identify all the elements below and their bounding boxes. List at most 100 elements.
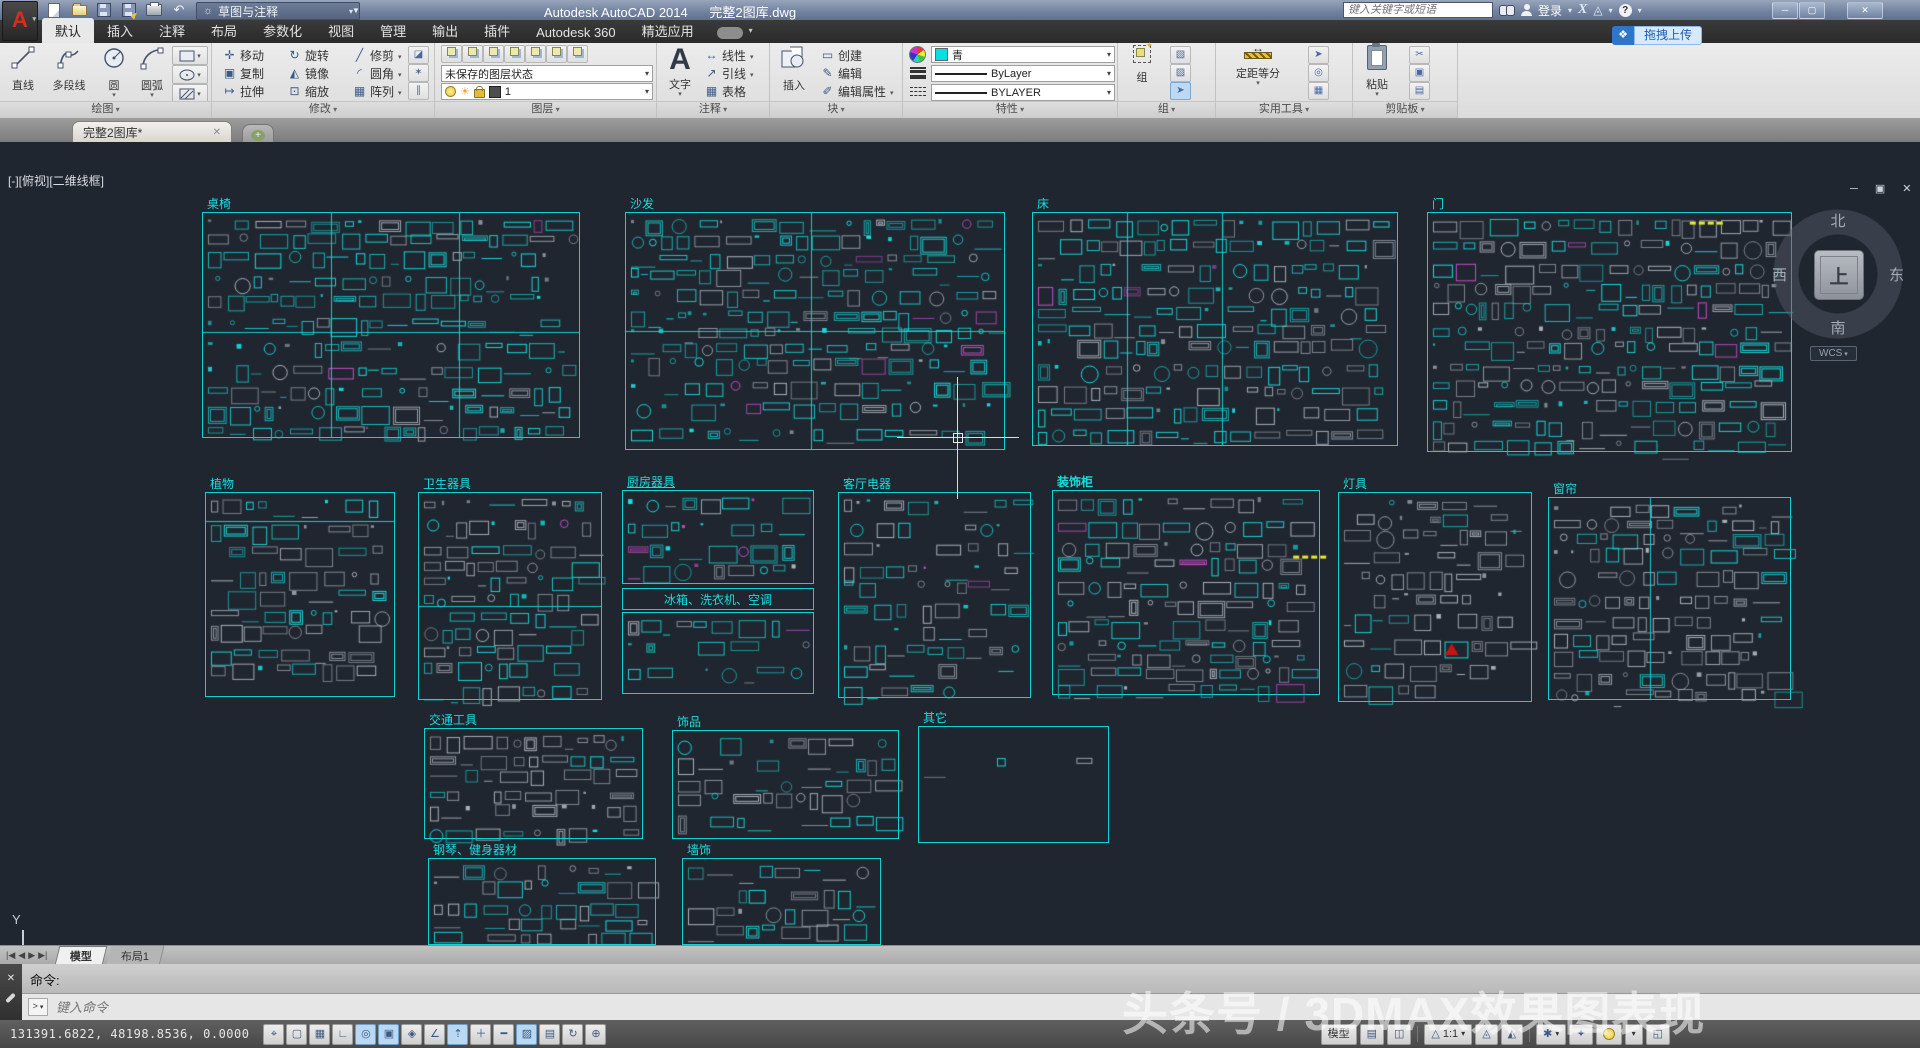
layer-properties-button[interactable] bbox=[441, 45, 462, 63]
layer-color-swatch[interactable] bbox=[489, 86, 501, 98]
copy-button[interactable]: ▣复制 bbox=[222, 64, 264, 82]
paste-special-button[interactable]: ▤ bbox=[1409, 82, 1430, 100]
toggle-object-snap[interactable]: ▣ bbox=[378, 1024, 399, 1045]
insert-block-button[interactable]: 插入 bbox=[774, 45, 814, 93]
table-button[interactable]: ▦表格 bbox=[704, 82, 746, 100]
prev-tab-icon[interactable]: ◀ bbox=[18, 950, 25, 961]
edit-attributes-button[interactable]: ✐编辑属性 bbox=[820, 82, 894, 100]
fillet-button[interactable]: ◜圆角 bbox=[352, 64, 402, 82]
select-similar-button[interactable]: ◎ bbox=[1308, 64, 1329, 82]
ellipse-button[interactable]: ▾ bbox=[172, 65, 208, 84]
create-block-button[interactable]: ▭创建 bbox=[820, 46, 862, 64]
drawing-canvas[interactable]: [-][俯视][二维线框] ─ ▣ ✕ Y ✕ 北 南 西 东 上 WCS 桌椅… bbox=[0, 142, 1920, 945]
group-selection-toggle[interactable]: ➤ bbox=[1170, 82, 1191, 100]
minimize-button[interactable]: ─ bbox=[1772, 2, 1798, 19]
layer-on-bulb-icon[interactable] bbox=[445, 86, 456, 97]
layer-dropdown[interactable]: ☀ 1 ▾ bbox=[441, 83, 653, 100]
layer-off-button[interactable] bbox=[462, 45, 483, 63]
match-properties-button[interactable] bbox=[908, 46, 927, 62]
ribbon-tab-8[interactable]: 插件 bbox=[471, 18, 523, 43]
quick-select-button[interactable]: ➤ bbox=[1308, 46, 1329, 64]
category-box-5[interactable] bbox=[418, 492, 602, 700]
lineweight-tool-button[interactable] bbox=[908, 65, 927, 81]
linetype-dropdown[interactable]: BYLAYER ▾ bbox=[931, 84, 1115, 101]
panel-footer-clipboard[interactable]: 剪贴板 bbox=[1353, 101, 1457, 118]
category-box-9[interactable] bbox=[838, 492, 1031, 698]
rotate-button[interactable]: ↻旋转 bbox=[287, 46, 329, 64]
viewport-controls[interactable]: [-][俯视][二维线框] bbox=[8, 172, 104, 189]
toggle-3d-object-snap[interactable]: ◈ bbox=[401, 1024, 422, 1045]
category-box-16[interactable] bbox=[428, 858, 656, 945]
category-box-12[interactable] bbox=[1548, 497, 1791, 700]
panel-footer-groups[interactable]: 组 bbox=[1118, 101, 1215, 118]
file-tab[interactable]: 完整2图库* ✕ bbox=[72, 121, 232, 142]
polyline-button[interactable]: 多段线 bbox=[45, 45, 93, 93]
category-box-6[interactable] bbox=[622, 490, 814, 584]
quick-calculator-button[interactable]: ▦ bbox=[1308, 82, 1329, 100]
ribbon-tab-2[interactable]: 注释 bbox=[146, 18, 198, 43]
ungroup-button[interactable]: ▨ bbox=[1170, 64, 1191, 82]
command-prompt-icon[interactable]: > bbox=[28, 998, 48, 1016]
category-box-11[interactable] bbox=[1338, 492, 1532, 702]
panel-footer-annotation[interactable]: 注释 bbox=[657, 101, 769, 118]
panel-footer-properties[interactable]: 特性 bbox=[903, 101, 1117, 118]
viewcube-top-face[interactable]: 上 bbox=[1814, 250, 1864, 300]
layer-thaw-sun-icon[interactable]: ☀ bbox=[460, 85, 470, 98]
help-caret-icon[interactable]: ▾ bbox=[1638, 6, 1642, 15]
category-box-17[interactable] bbox=[682, 858, 881, 945]
panel-footer-draw[interactable]: 绘图 bbox=[0, 101, 211, 118]
category-box-1[interactable] bbox=[625, 212, 1005, 450]
panel-footer-block[interactable]: 块 bbox=[770, 101, 902, 118]
viewcube-south[interactable]: 南 bbox=[1768, 317, 1908, 338]
line-button[interactable]: 直线 bbox=[3, 45, 43, 93]
restore-button[interactable]: ▢ bbox=[1799, 2, 1825, 19]
toggle-object-snap-tracking[interactable]: ∠ bbox=[424, 1024, 445, 1045]
search-binoculars-icon[interactable] bbox=[1499, 5, 1515, 15]
sign-in-link[interactable]: 登录 bbox=[1538, 2, 1562, 19]
toggle-lineweight-display[interactable]: ━ bbox=[493, 1024, 514, 1045]
new-drawing-tab-button[interactable] bbox=[242, 124, 274, 144]
next-tab-icon[interactable]: ▶ bbox=[28, 950, 35, 961]
close-button[interactable]: ✕ bbox=[1847, 2, 1883, 19]
layout-tab-1[interactable]: 布局1 bbox=[107, 946, 165, 965]
toggle-dynamic-ucs[interactable]: ⇡ bbox=[447, 1024, 468, 1045]
category-box-13[interactable] bbox=[424, 728, 643, 839]
command-close-icon[interactable]: ✕ bbox=[0, 973, 22, 984]
search-input[interactable] bbox=[1343, 2, 1493, 18]
measure-button[interactable]: 定距等分 ▾ bbox=[1224, 45, 1292, 86]
toggle-polar-tracking[interactable]: ◎ bbox=[355, 1024, 376, 1045]
move-button[interactable]: ✛移动 bbox=[222, 46, 264, 64]
autodesk360-icon[interactable]: ◬ bbox=[1593, 3, 1602, 17]
viewcube-east[interactable]: 东 bbox=[1889, 264, 1904, 285]
layout-tab-0[interactable]: 模型 bbox=[55, 946, 108, 965]
viewcube-west[interactable]: 西 bbox=[1772, 264, 1787, 285]
category-box-8[interactable] bbox=[622, 612, 814, 694]
drag-upload-badge[interactable]: ❖ 拖拽上传 bbox=[1612, 26, 1702, 45]
command-input[interactable] bbox=[54, 999, 478, 1016]
cut-button[interactable]: ✂ bbox=[1409, 46, 1430, 64]
category-box-10[interactable] bbox=[1052, 490, 1320, 695]
ribbon-tab-10[interactable]: 精选应用 bbox=[629, 18, 707, 43]
trim-button[interactable]: ╱修剪 bbox=[352, 46, 402, 64]
category-box-0[interactable] bbox=[202, 212, 580, 438]
paste-button[interactable]: 粘贴 ▾ bbox=[1359, 45, 1395, 97]
object-color-dropdown[interactable]: 青 ▾ bbox=[931, 46, 1115, 63]
wcs-dropdown[interactable]: WCS bbox=[1810, 346, 1857, 361]
viewcube-north[interactable]: 北 bbox=[1768, 210, 1908, 231]
help-icon[interactable]: ? bbox=[1619, 4, 1632, 17]
layer-lock-button[interactable] bbox=[525, 45, 546, 63]
offset-button[interactable]: ∥ bbox=[408, 82, 429, 100]
group-edit-button[interactable]: ▧ bbox=[1170, 46, 1191, 64]
panel-footer-utilities[interactable]: 实用工具 bbox=[1216, 101, 1352, 118]
rectangle-button[interactable]: ▾ bbox=[172, 46, 208, 65]
first-tab-icon[interactable]: |◀ bbox=[6, 950, 15, 961]
panel-footer-layers[interactable]: 图层 bbox=[435, 101, 656, 118]
a360-caret-icon[interactable]: ▾ bbox=[1609, 6, 1613, 15]
erase-button[interactable]: ◪ bbox=[408, 46, 429, 64]
toggle-ortho-mode[interactable]: ∟ bbox=[332, 1024, 353, 1045]
mirror-button[interactable]: ◭镜像 bbox=[287, 64, 329, 82]
copy-clip-button[interactable]: ▣ bbox=[1409, 64, 1430, 82]
layer-state-dropdown[interactable]: 未保存的图层状态 ▾ bbox=[441, 65, 653, 82]
viewcube[interactable]: 北 南 西 东 上 bbox=[1768, 204, 1908, 344]
viewport-window-buttons[interactable]: ─ ▣ ✕ bbox=[1850, 182, 1919, 195]
